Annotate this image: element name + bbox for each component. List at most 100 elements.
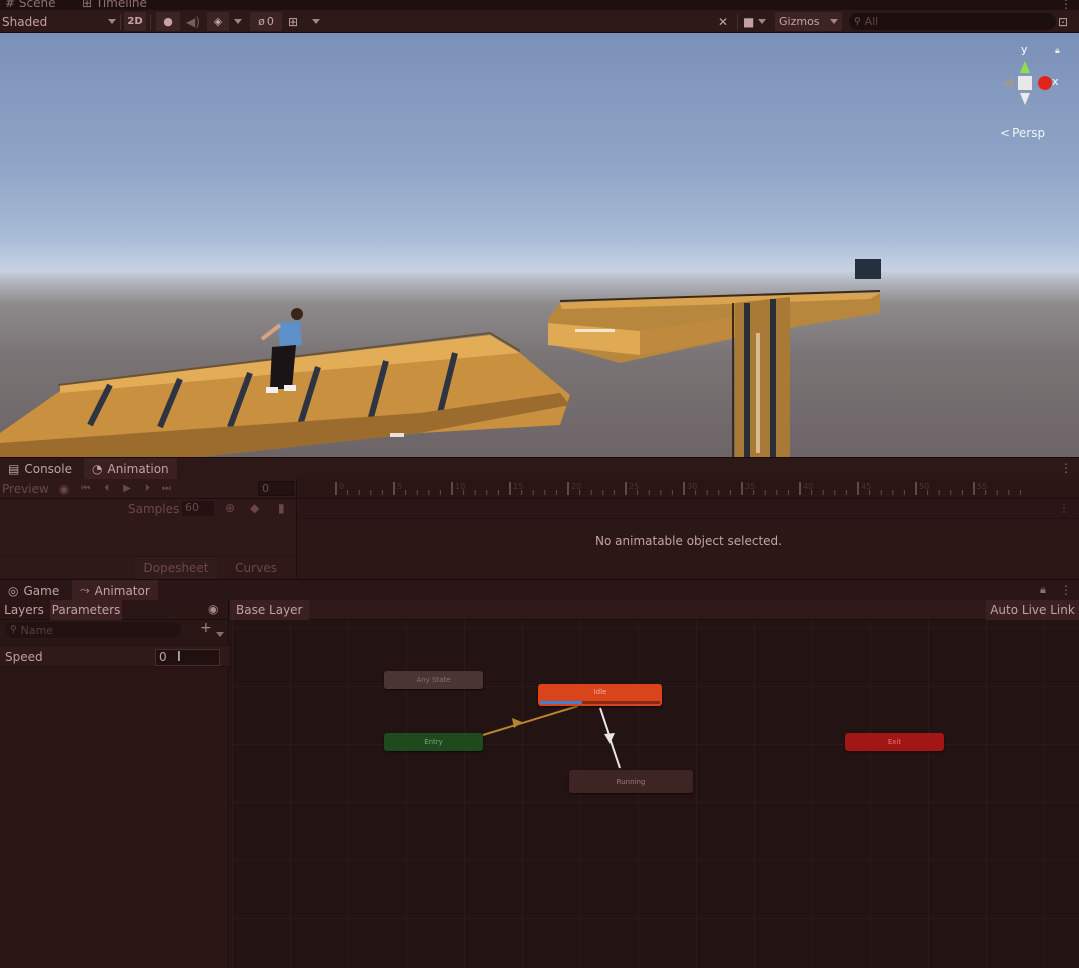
ruler-tick-label: 5	[397, 482, 402, 491]
state-entry[interactable]: Entry	[384, 733, 483, 751]
tab-timeline[interactable]: ⊞ Timeline	[82, 0, 147, 10]
more-icon[interactable]: ⋮	[1060, 461, 1072, 475]
more-icon[interactable]: ⋮	[1060, 0, 1072, 10]
frame-field[interactable]: 0	[258, 481, 294, 496]
text-cursor-icon: I	[177, 650, 181, 665]
breadcrumb[interactable]: Base Layer	[230, 600, 309, 620]
first-keyframe-icon[interactable]: ⏮	[81, 483, 90, 494]
tab-layers[interactable]: Layers	[0, 600, 48, 620]
scene-search-input[interactable]: ⚲ All	[849, 13, 1056, 30]
effects-toggle[interactable]: ◈	[207, 12, 229, 31]
grid-snap-toggle[interactable]: ⊞	[288, 12, 298, 31]
scene-toolbar: Shaded 2D ● ◀) ◈ ø 0 ⊞ ✕ ■ Gizmos ⚲ All	[0, 10, 1079, 33]
timeline-ruler[interactable]: 0 5 10 15 20 25 30 35 40 45 50 55	[298, 479, 1079, 499]
ruler-tick-label: 40	[803, 482, 813, 491]
parameter-search-input[interactable]: ⚲ Name	[6, 622, 181, 638]
lock-icon[interactable]: 🔒︎	[1040, 583, 1046, 597]
projection-toggle[interactable]: < Persp	[1000, 126, 1045, 140]
filter-by-selection-icon[interactable]: ⊕	[225, 501, 235, 515]
gizmo-center-cube[interactable]	[1018, 76, 1032, 90]
neg-x-axis-cone[interactable]	[1000, 78, 1014, 88]
chevron-down-icon	[234, 19, 242, 24]
tools-button[interactable]: ✕	[718, 12, 728, 31]
play-icon[interactable]: ▶	[123, 483, 131, 494]
audio-toggle[interactable]: ◀)	[186, 12, 202, 31]
state-idle[interactable]: Idle	[538, 684, 662, 706]
camera-icon: ■	[743, 14, 755, 29]
gamepad-icon: ◎	[8, 583, 19, 598]
x-axis-cone[interactable]	[1038, 76, 1052, 90]
neg-y-axis-cone[interactable]	[1020, 93, 1030, 105]
ruler-tick-label: 10	[455, 482, 465, 491]
add-parameter-button[interactable]: +	[200, 620, 212, 636]
add-keyframe-icon[interactable]: ◆	[250, 501, 259, 515]
state-any-state[interactable]: Any State	[384, 671, 483, 689]
perspective-icon: <	[1000, 126, 1011, 140]
add-event-icon[interactable]: ▮	[278, 501, 285, 515]
search-icon: ⚲	[854, 16, 861, 27]
state-progress-bar	[540, 701, 582, 704]
search-options-button[interactable]: ⊡	[1058, 12, 1068, 31]
parameter-value-field[interactable]: 0	[155, 649, 220, 666]
tab-parameters[interactable]: Parameters	[50, 600, 122, 620]
tab-animator[interactable]: ⤳ Animator	[72, 580, 158, 601]
orientation-gizmo[interactable]: y x 🔒︎	[994, 43, 1064, 118]
y-axis-cone[interactable]	[1020, 61, 1030, 73]
tab-dopesheet[interactable]: Dopesheet	[135, 557, 217, 579]
state-progress-track	[540, 701, 660, 704]
animator-graph[interactable]: Base Layer Auto Live Link Any State Idle…	[230, 600, 1079, 968]
lock-icon[interactable]: 🔒︎	[1055, 46, 1060, 56]
state-exit[interactable]: Exit	[845, 733, 944, 751]
hidden-objects-toggle[interactable]: ø 0	[250, 12, 282, 31]
ruler-tick-label: 25	[629, 482, 639, 491]
scene-viewport[interactable]: y x 🔒︎ < Persp	[0, 33, 1079, 457]
tab-game[interactable]: ◎ Game	[0, 580, 67, 601]
last-keyframe-icon[interactable]: ⏭	[162, 483, 171, 494]
animation-window: Preview ◉ ⏮ ⏴ ▶ ⏵ ⏭ 0 Samples 60 ⊕ ◆ ▮ D…	[0, 479, 1079, 579]
tab-animation[interactable]: ◔ Animation	[84, 458, 177, 480]
grid-snap-icon: ⊞	[288, 14, 299, 29]
lighting-toggle[interactable]: ●	[156, 12, 180, 31]
preview-toggle[interactable]: Preview	[2, 482, 49, 496]
ruler-tick-label: 30	[687, 482, 697, 491]
ruler-tick-label: 55	[977, 482, 987, 491]
effects-dropdown[interactable]	[234, 12, 242, 31]
scene-render	[0, 259, 881, 457]
empty-message: No animatable object selected.	[595, 534, 782, 548]
ruler-tick-label: 20	[571, 482, 581, 491]
animator-sidebar: Layers Parameters ◉ ⚲ Name + Speed 0 I	[0, 600, 229, 968]
layers-icon: ◈	[213, 15, 223, 28]
graph-canvas[interactable]: Any State Idle Entry Exit Running	[230, 620, 1079, 968]
tab-console[interactable]: ▤ Console	[0, 458, 80, 480]
state-running[interactable]: Running	[569, 770, 693, 793]
next-keyframe-icon[interactable]: ⏵	[145, 483, 150, 494]
auto-live-link-button[interactable]: Auto Live Link	[986, 600, 1079, 620]
chevron-down-icon[interactable]	[216, 626, 224, 640]
chevron-down-icon	[830, 19, 838, 24]
parameter-row[interactable]: Speed 0 I	[0, 645, 229, 667]
samples-field[interactable]: 60	[182, 501, 214, 516]
entry-to-idle-transition[interactable]	[482, 705, 579, 736]
scene-tab-bar: # Scene ⊞ Timeline ⋮	[0, 0, 1079, 10]
gizmos-dropdown[interactable]: Gizmos	[775, 12, 842, 31]
elevated-platform	[548, 259, 881, 457]
more-icon[interactable]: ⋮	[1058, 501, 1070, 515]
more-icon[interactable]: ⋮	[1060, 583, 1072, 597]
animation-tab-bar: ▤ Console ◔ Animation ⋮	[0, 457, 1079, 480]
samples-row: Samples 60 ⊕ ◆ ▮	[128, 501, 285, 516]
record-icon[interactable]: ◉	[59, 482, 69, 496]
lightbulb-icon: ●	[163, 15, 173, 28]
grid-dropdown[interactable]	[312, 12, 320, 31]
event-lane[interactable]: ⋮	[298, 499, 1079, 519]
tab-scene[interactable]: # Scene	[5, 0, 55, 10]
draw-mode-dropdown[interactable]: Shaded	[2, 12, 116, 31]
ruler-ticks: 0 5 10 15 20 25 30 35 40 45 50 55	[335, 482, 1021, 495]
tab-curves[interactable]: Curves	[220, 557, 292, 579]
eye-icon[interactable]: ◉	[208, 602, 218, 616]
camera-dropdown[interactable]: ■	[743, 12, 767, 31]
toggle-2d-button[interactable]: 2D	[124, 12, 146, 31]
animation-controls: Preview ◉ ⏮ ⏴ ▶ ⏵ ⏭ 0 Samples 60 ⊕ ◆ ▮ D…	[0, 479, 297, 579]
search-window-icon: ⊡	[1058, 14, 1069, 29]
ruler-tick-label: 45	[861, 482, 871, 491]
prev-keyframe-icon[interactable]: ⏴	[104, 483, 109, 494]
